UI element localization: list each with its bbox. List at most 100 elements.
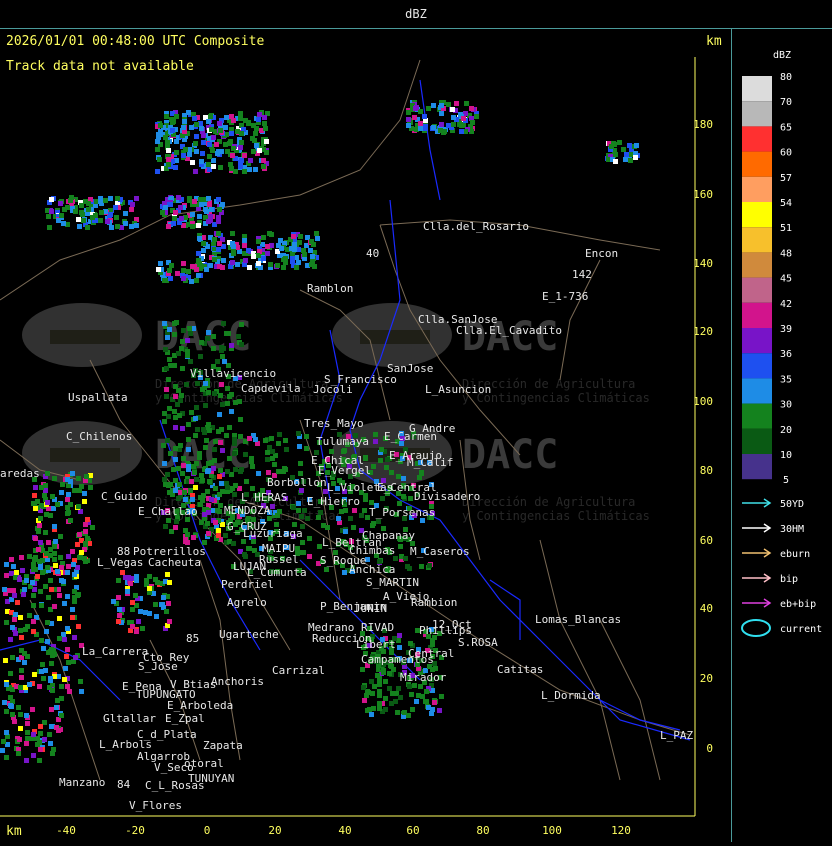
legend-swatch xyxy=(742,126,772,152)
radar-echo-cell xyxy=(176,195,181,200)
radar-echo-cell xyxy=(39,638,44,643)
radar-echo-cell xyxy=(302,252,307,257)
radar-echo-cell xyxy=(403,556,408,561)
legend-swatch xyxy=(742,302,772,328)
radar-echo-cell xyxy=(360,667,365,672)
radar-echo-cell xyxy=(49,197,54,202)
radar-echo-cell xyxy=(66,564,71,569)
radar-echo-cell xyxy=(48,578,53,583)
radar-echo-cell xyxy=(239,140,244,145)
legend-scale-label: 36 xyxy=(780,349,792,360)
radar-echo-cell xyxy=(250,464,255,469)
radar-echo-cell xyxy=(65,684,70,689)
place-label: Catitas xyxy=(497,663,543,676)
radar-echo-cell xyxy=(295,546,300,551)
radar-echo-cell xyxy=(158,261,163,266)
place-label: S_Jose xyxy=(138,660,178,673)
radar-echo-cell xyxy=(221,258,226,263)
radar-echo-cell xyxy=(41,646,46,651)
radar-echo-cell xyxy=(210,148,215,153)
radar-echo-cell xyxy=(67,689,72,694)
radar-echo-cell xyxy=(41,676,46,681)
radar-echo-cell xyxy=(270,504,275,509)
radar-echo-cell xyxy=(58,555,63,560)
radar-echo-cell xyxy=(299,514,304,519)
place-label: Rambion xyxy=(411,596,457,609)
radar-echo-cell xyxy=(72,572,77,577)
y-tick-label: 0 xyxy=(706,742,713,755)
radar-echo-cell xyxy=(165,472,170,477)
map-canvas[interactable]: -40 -20 0 20 40 60 80 100 120 180 160 140 120 100 80 60… xyxy=(0,29,731,842)
radar-echo-cell xyxy=(371,464,376,469)
radar-echo-cell xyxy=(56,728,61,733)
radar-echo-cell xyxy=(88,485,93,490)
radar-echo-cell xyxy=(270,456,275,461)
legend-swatch xyxy=(742,328,772,354)
radar-echo-cell xyxy=(231,541,236,546)
radar-echo-cell xyxy=(72,599,77,604)
radar-echo-cell xyxy=(61,221,66,226)
radar-echo-cell xyxy=(204,438,209,443)
place-label: Tres_Mayo xyxy=(304,417,364,430)
place-label: MENDOZA xyxy=(224,504,271,517)
radar-echo-cell xyxy=(297,240,302,245)
radar-echo-cell xyxy=(251,254,256,259)
radar-echo-cell xyxy=(167,268,172,273)
legend-scale-label: 54 xyxy=(780,198,792,209)
radar-echo-cell xyxy=(32,557,37,562)
radar-echo-cell xyxy=(47,732,52,737)
y-tick-label: 80 xyxy=(700,464,713,477)
radar-map[interactable]: -40 -20 0 20 40 60 80 100 120 180 160 140 120 100 80 60… xyxy=(0,29,732,842)
place-label: Anchica xyxy=(349,563,395,576)
radar-echo-cell xyxy=(52,604,57,609)
radar-echo-cell xyxy=(194,405,199,410)
radar-echo-cell xyxy=(277,432,282,437)
radar-echo-cell xyxy=(166,601,171,606)
radar-echo-cell xyxy=(70,615,75,620)
y-tick-label: 120 xyxy=(693,325,713,338)
place-label: Gltallar xyxy=(103,712,156,725)
radar-echo-cell xyxy=(49,209,54,214)
radar-echo-cell xyxy=(46,214,51,219)
radar-echo-cell xyxy=(238,434,243,439)
radar-echo-cell xyxy=(390,691,395,696)
radar-echo-cell xyxy=(163,135,168,140)
legend-swatch xyxy=(742,76,772,102)
radar-echo-cell xyxy=(276,441,281,446)
radar-echo-cell xyxy=(197,214,202,219)
radar-echo-cell xyxy=(284,447,289,452)
radar-echo-cell xyxy=(48,741,53,746)
radar-echo-cell xyxy=(156,135,161,140)
radar-echo-cell xyxy=(19,555,24,560)
radar-echo-cell xyxy=(300,540,305,545)
radar-echo-cell xyxy=(199,340,204,345)
legend-swatch xyxy=(742,176,772,202)
radar-echo-cell xyxy=(369,679,374,684)
radar-echo-cell xyxy=(238,417,243,422)
radar-echo-cell xyxy=(133,593,138,598)
radar-echo-cell xyxy=(73,209,78,214)
place-label: Capdevila xyxy=(241,382,301,395)
radar-echo-cell xyxy=(200,151,205,156)
radar-echo-cell xyxy=(174,139,179,144)
radar-echo-cell xyxy=(163,482,168,487)
radar-echo-cell xyxy=(376,519,381,524)
radar-echo-cell xyxy=(211,334,216,339)
place-label: Perdriel xyxy=(221,578,274,591)
radar-echo-cell xyxy=(213,520,218,525)
legend-scale-label: 70 xyxy=(780,97,792,108)
legend-swatch xyxy=(742,454,772,480)
legend-scale-label: 65 xyxy=(780,122,792,133)
radar-echo-cell xyxy=(291,234,296,239)
radar-echo-cell xyxy=(247,265,252,270)
x-tick-label: -20 xyxy=(125,824,145,837)
radar-echo-cell xyxy=(64,654,69,659)
radar-echo-cell xyxy=(177,413,182,418)
radar-echo-cell xyxy=(439,694,444,699)
radar-echo-cell xyxy=(179,346,184,351)
radar-echo-cell xyxy=(38,589,43,594)
radar-echo-cell xyxy=(361,685,366,690)
radar-echo-cell xyxy=(275,513,280,518)
place-label: otoral xyxy=(184,757,224,770)
place-label: L_HERAS xyxy=(241,491,287,504)
